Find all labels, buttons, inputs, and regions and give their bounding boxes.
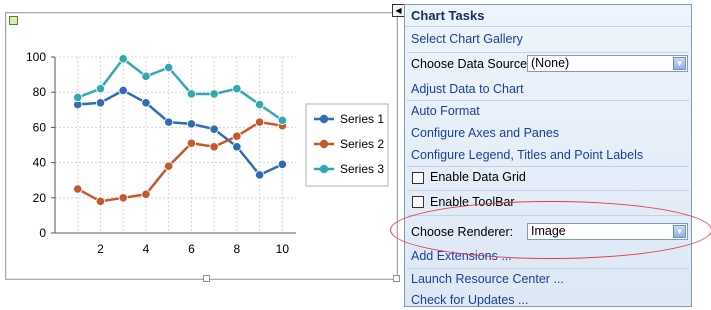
y-tick-label: 100 xyxy=(26,50,46,64)
data-source-value: (None) xyxy=(531,56,570,70)
enable-toolbar-checkbox[interactable] xyxy=(412,196,424,208)
data-point xyxy=(209,89,219,99)
divider xyxy=(407,52,689,53)
add-extensions-link[interactable]: Add Extensions ... xyxy=(411,249,512,263)
data-point xyxy=(164,62,174,73)
chart-control[interactable]: 0 20 40 60 80 100 2 4 6 8 10 Series 1 Series 2 Series… xyxy=(5,12,398,280)
renderer-value: Image xyxy=(531,224,566,238)
check-for-updates-link[interactable]: Check for Updates ... xyxy=(411,293,528,307)
data-point xyxy=(73,184,83,194)
data-point xyxy=(95,84,106,94)
data-point xyxy=(277,115,287,125)
data-point xyxy=(141,71,151,81)
data-point xyxy=(255,170,265,180)
x-tick-label: 8 xyxy=(234,242,241,256)
divider xyxy=(407,215,689,216)
launch-resource-center-link[interactable]: Launch Resource Center ... xyxy=(411,272,564,286)
renderer-dropdown[interactable]: Image ▼ xyxy=(527,223,688,240)
configure-legend-link[interactable]: Configure Legend, Titles and Point Label… xyxy=(411,148,643,162)
data-point xyxy=(186,138,197,148)
chart-tasks-panel: Chart Tasks Select Chart Gallery Choose … xyxy=(404,4,692,307)
x-tick-label: 6 xyxy=(188,242,195,256)
legend-label: Series 1 xyxy=(340,112,384,126)
data-source-label: Choose Data Source: xyxy=(411,57,531,71)
renderer-label: Choose Renderer: xyxy=(411,225,514,239)
data-point xyxy=(232,84,242,94)
legend-marker xyxy=(319,164,329,174)
data-point xyxy=(209,142,219,152)
data-point xyxy=(232,131,242,141)
data-point xyxy=(164,117,174,127)
legend-label: Series 3 xyxy=(340,162,384,176)
data-source-dropdown[interactable]: (None) ▼ xyxy=(527,55,688,72)
select-chart-gallery-link[interactable]: Select Chart Gallery xyxy=(411,32,523,46)
enable-toolbar-label: Enable ToolBar xyxy=(430,195,515,209)
data-point xyxy=(118,85,128,96)
adjust-data-link[interactable]: Adjust Data to Chart xyxy=(411,82,524,96)
legend-marker xyxy=(319,139,329,149)
data-point xyxy=(277,159,287,169)
x-tick-label: 10 xyxy=(276,242,290,256)
y-tick-label: 20 xyxy=(33,191,47,205)
y-tick-label: 60 xyxy=(33,120,47,134)
divider xyxy=(407,268,689,269)
data-point xyxy=(186,119,197,129)
divider xyxy=(407,190,689,191)
x-tick-label: 4 xyxy=(143,242,150,256)
data-point xyxy=(95,196,106,206)
configure-axes-link[interactable]: Configure Axes and Panes xyxy=(411,126,559,140)
resize-handle-corner[interactable] xyxy=(393,275,400,282)
chevron-down-icon[interactable]: ▼ xyxy=(673,57,686,70)
divider xyxy=(407,166,689,167)
series-line xyxy=(77,120,283,203)
enable-data-grid-checkbox[interactable] xyxy=(412,172,424,184)
y-tick-label: 80 xyxy=(33,85,47,99)
data-point xyxy=(141,98,151,108)
enable-data-grid-label: Enable Data Grid xyxy=(430,170,526,184)
data-point xyxy=(118,193,128,203)
data-point xyxy=(141,189,151,199)
y-tick-label: 0 xyxy=(39,226,46,240)
resize-handle-bottom[interactable] xyxy=(203,275,210,282)
data-point xyxy=(118,54,128,64)
legend-marker xyxy=(319,114,329,124)
y-tick-label: 40 xyxy=(33,156,47,170)
data-point xyxy=(164,161,174,171)
line-chart: 0 20 40 60 80 100 2 4 6 8 10 Series 1 Series 2 Series… xyxy=(26,50,389,256)
x-tick-label: 2 xyxy=(97,242,104,256)
data-point xyxy=(209,124,219,134)
auto-format-link[interactable]: Auto Format xyxy=(411,104,480,118)
series-line xyxy=(77,56,284,122)
data-point xyxy=(95,98,106,108)
chevron-down-icon[interactable]: ▼ xyxy=(673,225,686,238)
panel-title: Chart Tasks xyxy=(405,5,691,27)
data-point xyxy=(255,99,265,110)
data-point xyxy=(232,142,242,152)
legend-label: Series 2 xyxy=(340,137,384,151)
data-point xyxy=(255,117,265,127)
divider xyxy=(407,100,689,101)
data-point xyxy=(73,92,83,103)
data-point xyxy=(186,89,197,99)
